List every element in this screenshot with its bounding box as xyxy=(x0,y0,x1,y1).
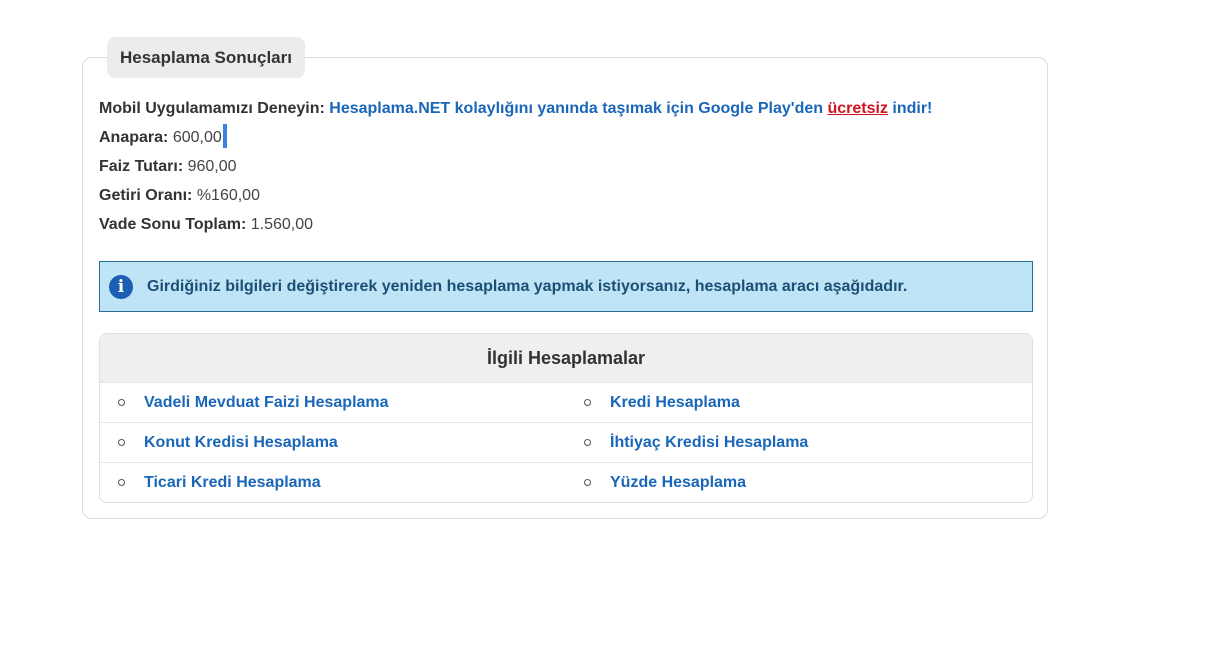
result-value: 960,00 xyxy=(187,158,237,175)
related-calculations: İlgili Hesaplamalar Vadeli Mevduat Faizi… xyxy=(99,333,1033,503)
result-label: Vade Sonu Toplam: xyxy=(99,216,247,233)
related-link-kredi[interactable]: Kredi Hesaplama xyxy=(610,394,740,412)
result-label: Anapara: xyxy=(99,129,169,146)
list-item: Kredi Hesaplama xyxy=(566,383,1032,422)
related-title: İlgili Hesaplamalar xyxy=(100,334,1032,382)
bullet-icon xyxy=(118,399,125,406)
related-link-konut-kredisi[interactable]: Konut Kredisi Hesaplama xyxy=(144,434,338,452)
promo-free-link[interactable]: ücretsiz xyxy=(827,100,887,117)
result-value: %160,00 xyxy=(196,187,260,204)
bullet-icon xyxy=(584,479,591,486)
result-value: 600,00 xyxy=(172,129,222,146)
list-item: Konut Kredisi Hesaplama xyxy=(100,423,566,462)
info-alert-text: Girdiğiniz bilgileri değiştirerek yenide… xyxy=(147,277,908,295)
promo-line: Mobil Uygulamamızı Deneyin: Hesaplama.NE… xyxy=(99,94,1039,123)
related-row: Konut Kredisi Hesaplama İhtiyaç Kredisi … xyxy=(100,422,1032,462)
related-row: Ticari Kredi Hesaplama Yüzde Hesaplama xyxy=(100,462,1032,502)
result-row-yield: Getiri Oranı: %160,00 xyxy=(99,181,1039,210)
bullet-icon xyxy=(584,439,591,446)
list-item: İhtiyaç Kredisi Hesaplama xyxy=(566,423,1032,462)
results-legend: Hesaplama Sonuçları xyxy=(107,37,305,78)
result-label: Faiz Tutarı: xyxy=(99,158,184,175)
list-item: Vadeli Mevduat Faizi Hesaplama xyxy=(100,383,566,422)
result-value: 1.560,00 xyxy=(250,216,314,233)
list-item: Ticari Kredi Hesaplama xyxy=(100,463,566,502)
related-row: Vadeli Mevduat Faizi Hesaplama Kredi Hes… xyxy=(100,382,1032,422)
bullet-icon xyxy=(584,399,591,406)
related-link-ihtiyac-kredisi[interactable]: İhtiyaç Kredisi Hesaplama xyxy=(610,434,808,452)
related-link-vadeli-mevduat[interactable]: Vadeli Mevduat Faizi Hesaplama xyxy=(144,394,389,412)
related-link-yuzde[interactable]: Yüzde Hesaplama xyxy=(610,474,746,492)
promo-suffix-link[interactable]: indir! xyxy=(892,100,932,117)
result-row-principal: Anapara: 600,00 xyxy=(99,123,1039,152)
result-label: Getiri Oranı: xyxy=(99,187,193,204)
bullet-icon xyxy=(118,439,125,446)
info-circle-icon: i xyxy=(109,274,133,299)
text-selection-caret xyxy=(222,124,227,149)
result-row-total: Vade Sonu Toplam: 1.560,00 xyxy=(99,210,1039,239)
info-alert: i Girdiğiniz bilgileri değiştirerek yeni… xyxy=(99,261,1033,312)
result-row-interest: Faiz Tutarı: 960,00 xyxy=(99,152,1039,181)
promo-link[interactable]: Hesaplama.NET kolaylığını yanında taşıma… xyxy=(329,100,823,117)
related-link-ticari-kredi[interactable]: Ticari Kredi Hesaplama xyxy=(144,474,321,492)
list-item: Yüzde Hesaplama xyxy=(566,463,1032,502)
promo-prefix: Mobil Uygulamamızı Deneyin: xyxy=(99,100,325,117)
bullet-icon xyxy=(118,479,125,486)
results-lines: Mobil Uygulamamızı Deneyin: Hesaplama.NE… xyxy=(99,94,1039,239)
